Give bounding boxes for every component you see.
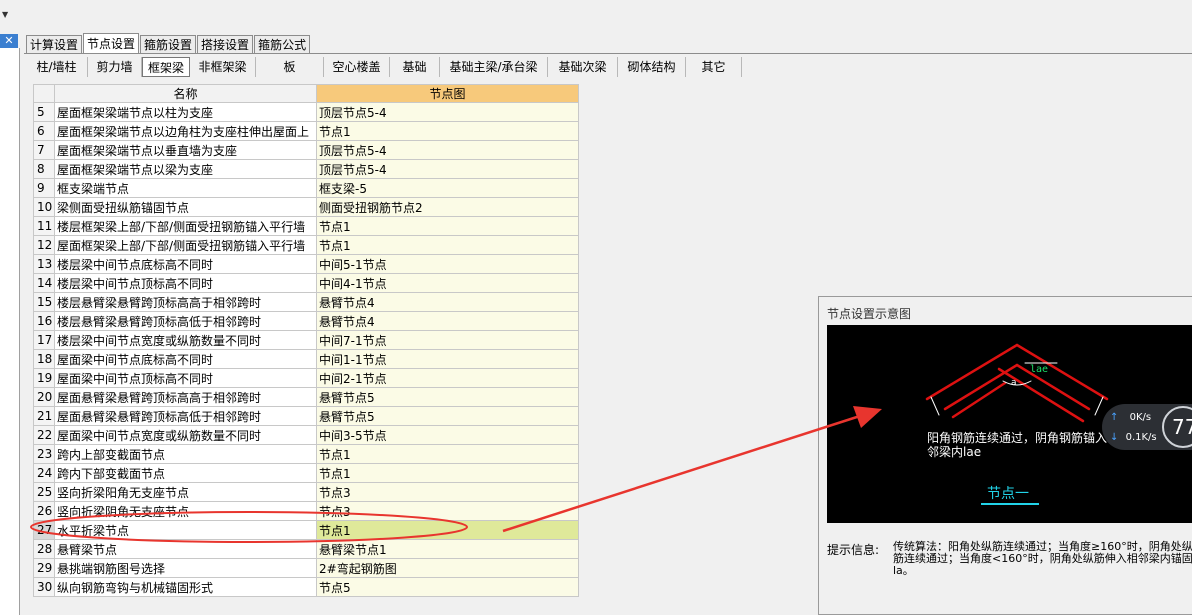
- annotation-ellipse: [30, 511, 468, 543]
- annotation-arrow-head: [853, 406, 882, 428]
- annotation-arrow-line: [502, 414, 861, 533]
- app-window: ▼ ✕ 计算设置 节点设置 箍筋设置 搭接设置 箍筋公式 柱/墙柱 剪力墙 框架梁 非框架梁板…: [0, 0, 1192, 615]
- annotation-layer: [30, 406, 882, 543]
